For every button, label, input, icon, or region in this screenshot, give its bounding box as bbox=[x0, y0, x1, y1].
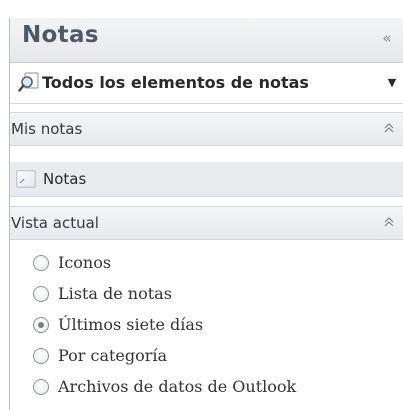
view-option-archivos-de-datos[interactable]: Archivos de datos de Outlook bbox=[10, 374, 403, 404]
view-option-ultimos-siete-dias[interactable]: Últimos siete días bbox=[10, 312, 403, 342]
radio-button[interactable] bbox=[33, 255, 49, 271]
radio-button[interactable] bbox=[33, 379, 49, 395]
section-label-my-notes: Mis notas bbox=[11, 120, 83, 138]
pane-header: Notas « bbox=[10, 18, 403, 63]
option-label: Últimos siete días bbox=[58, 315, 204, 334]
folder-label: Notas bbox=[43, 170, 87, 188]
collapse-chevron-icon[interactable] bbox=[380, 119, 398, 137]
collapse-chevron-icon[interactable] bbox=[380, 213, 398, 231]
option-label: Lista de notas bbox=[58, 284, 172, 303]
double-chevron-up-icon bbox=[384, 123, 394, 133]
radio-button[interactable] bbox=[33, 286, 49, 302]
note-icon bbox=[16, 170, 36, 188]
view-option-iconos[interactable]: Iconos bbox=[10, 250, 403, 280]
double-chevron-up-icon bbox=[384, 217, 394, 227]
pane-title: Notas bbox=[22, 22, 99, 48]
scope-selector[interactable]: Todos los elementos de notas ▼ bbox=[10, 63, 403, 104]
section-label-current-view: Vista actual bbox=[11, 214, 99, 232]
option-label: Iconos bbox=[58, 253, 112, 272]
view-option-lista-de-notas[interactable]: Lista de notas bbox=[10, 281, 403, 311]
option-label: Archivos de datos de Outlook bbox=[58, 377, 297, 396]
radio-button-selected[interactable] bbox=[33, 317, 49, 333]
section-header-current-view[interactable]: Vista actual bbox=[10, 206, 403, 240]
notes-navigation-pane: Notas « Todos los elementos de notas ▼ M… bbox=[9, 18, 403, 410]
dropdown-arrow-icon[interactable]: ▼ bbox=[384, 76, 400, 90]
section-header-my-notes[interactable]: Mis notas bbox=[10, 112, 403, 146]
scope-label: Todos los elementos de notas bbox=[42, 73, 309, 92]
radio-button[interactable] bbox=[33, 348, 49, 364]
option-label: Por categoría bbox=[58, 346, 168, 365]
view-option-por-categoria[interactable]: Por categoría bbox=[10, 343, 403, 373]
search-icon bbox=[18, 72, 39, 92]
folder-item-notas[interactable]: Notas bbox=[10, 162, 403, 197]
double-chevron-left-icon[interactable]: « bbox=[376, 28, 398, 48]
